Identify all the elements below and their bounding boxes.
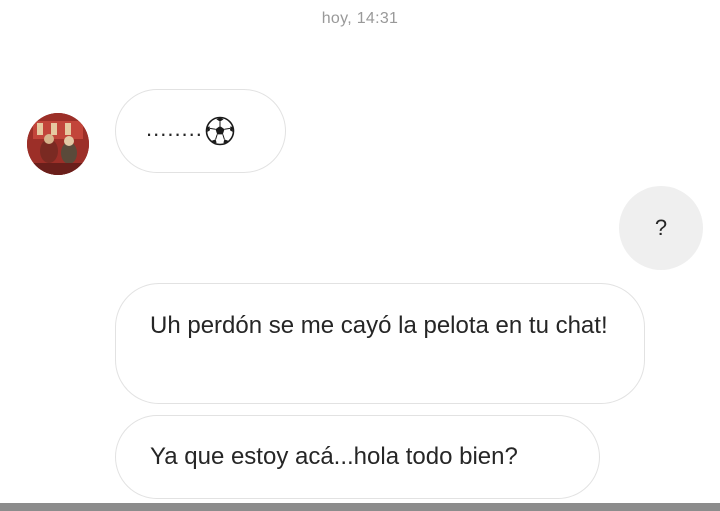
message-bubble-incoming[interactable]: ........ — [115, 89, 286, 173]
bottom-divider — [0, 503, 720, 511]
message-text: Uh perdón se me cayó la pelota en tu cha… — [150, 312, 608, 339]
message-bubble-incoming[interactable]: Uh perdón se me cayó la pelota en tu cha… — [115, 283, 645, 404]
contact-avatar[interactable] — [27, 113, 89, 175]
message-text: ? — [654, 215, 668, 240]
message-bubble-outgoing[interactable]: ? — [619, 186, 703, 270]
message-text: Ya que estoy acá...hola todo bien? — [150, 443, 518, 470]
soccer-ball-icon — [205, 116, 235, 146]
message-text: ........ — [146, 116, 203, 141]
conversation-timestamp: hoy, 14:31 — [321, 10, 399, 27]
message-bubble-incoming[interactable]: Ya que estoy acá...hola todo bien? — [115, 415, 600, 499]
